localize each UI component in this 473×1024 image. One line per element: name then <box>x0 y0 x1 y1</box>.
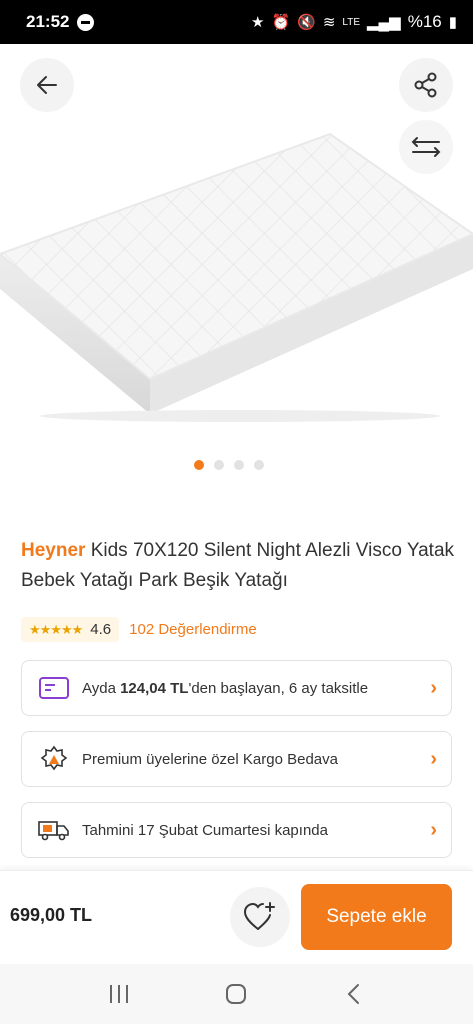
star-rating-icon: ★★★★★ <box>29 621 83 637</box>
recent-apps-icon <box>109 985 128 1003</box>
delivery-truck-icon <box>38 816 70 844</box>
chevron-right-icon: › <box>430 818 437 841</box>
signal-icon: ▂▄▆ <box>367 14 401 31</box>
back-button[interactable] <box>20 58 74 112</box>
share-icon <box>414 72 437 98</box>
battery-level: %16 <box>407 12 442 31</box>
rating-score: 4.6 <box>90 621 112 638</box>
rating-badge[interactable]: ★★★★★ 4.6 <box>21 617 120 642</box>
pagination-dot[interactable] <box>254 460 264 470</box>
delivery-text: Tahmini 17 Şubat Cumartesi kapında <box>82 821 328 839</box>
product-name: Kids 70X120 Silent Night Alezli Visco Ya… <box>21 540 455 591</box>
system-navigation-bar <box>0 964 473 1024</box>
pagination-dot[interactable] <box>234 460 244 470</box>
image-pagination <box>194 460 264 470</box>
installment-card[interactable]: Ayda 124,04 TL'den başlayan, 6 ay taksit… <box>21 660 452 716</box>
premium-shipping-icon <box>38 745 70 773</box>
alarm-icon: ⏰ <box>271 14 291 31</box>
do-not-disturb-icon <box>77 13 95 31</box>
wifi-icon: ≋ <box>322 14 336 31</box>
pagination-dot[interactable] <box>214 460 224 470</box>
compare-button[interactable] <box>399 120 453 174</box>
home-icon <box>226 984 247 1004</box>
recent-apps-button[interactable] <box>99 974 139 1014</box>
compare-arrows-icon <box>411 137 441 157</box>
heart-plus-icon <box>243 902 275 930</box>
home-button[interactable] <box>216 974 256 1014</box>
pagination-dot-active[interactable] <box>194 460 204 470</box>
status-icons: ★ ⏰ 🔇 ≋ LTE ▂▄▆ %16 ▮ <box>251 12 457 32</box>
add-to-cart-button[interactable]: Sepete ekle <box>301 884 452 950</box>
free-shipping-card[interactable]: Premium üyelerine özel Kargo Bedava › <box>21 731 452 787</box>
product-image <box>0 132 473 422</box>
status-time: 21:52 <box>26 12 70 31</box>
share-button[interactable] <box>399 58 453 112</box>
status-bar: 21:52 ★ ⏰ 🔇 ≋ LTE ▂▄▆ %16 ▮ <box>0 0 473 44</box>
favorite-button[interactable] <box>230 887 290 947</box>
product-image-gallery[interactable] <box>0 44 473 484</box>
card-payment-icon <box>38 674 70 702</box>
chevron-right-icon: › <box>430 676 437 699</box>
product-price: 699,00 TL <box>10 905 93 925</box>
brand-link[interactable]: Heyner <box>21 540 85 561</box>
chevron-left-icon <box>347 984 360 1004</box>
arrow-left-icon <box>37 76 57 94</box>
free-shipping-text: Premium üyelerine özel Kargo Bedava <box>82 750 338 768</box>
system-back-button[interactable] <box>334 974 374 1014</box>
installment-text: Ayda 124,04 TL'den başlayan, 6 ay taksit… <box>82 679 369 697</box>
purchase-bar: 699,00 TL Sepete ekle <box>0 870 473 964</box>
star-icon: ★ <box>250 14 265 31</box>
rating-row[interactable]: ★★★★★ 4.6 102 Değerlendirme <box>21 617 257 642</box>
mute-icon: 🔇 <box>297 14 316 31</box>
battery-icon: ▮ <box>448 14 457 31</box>
product-title: Heyner Kids 70X120 Silent Night Alezli V… <box>21 536 461 596</box>
network-label: LTE <box>342 16 360 28</box>
delivery-card[interactable]: Tahmini 17 Şubat Cumartesi kapında › <box>21 802 452 858</box>
reviews-link[interactable]: 102 Değerlendirme <box>129 621 257 638</box>
chevron-right-icon: › <box>430 747 437 770</box>
